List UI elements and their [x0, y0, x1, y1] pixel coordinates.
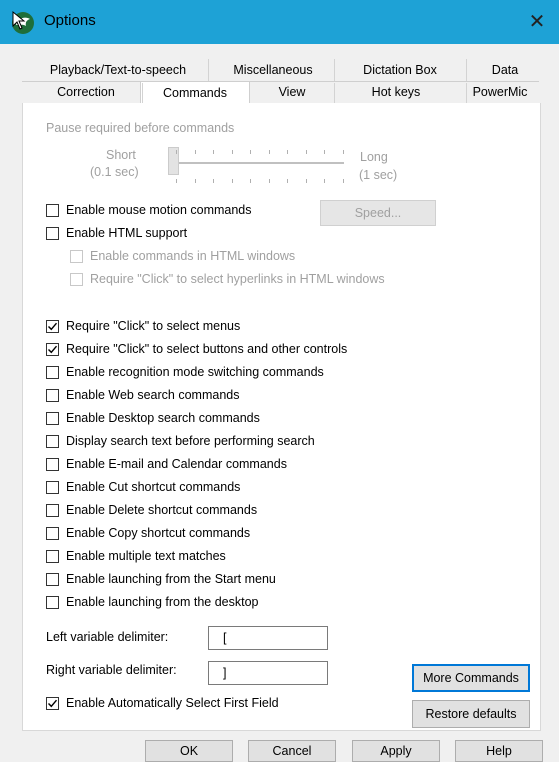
slider-tick: [287, 150, 288, 154]
command-option-label: Enable multiple text matches: [66, 549, 226, 563]
tab-separator: [466, 83, 467, 103]
help-button[interactable]: Help: [455, 740, 543, 762]
slider-tick: [213, 179, 214, 183]
right-delimiter-input[interactable]: ]: [208, 661, 328, 685]
auto-select-checkbox[interactable]: [46, 697, 59, 710]
checkbox[interactable]: [46, 343, 59, 356]
slider-tick: [194, 179, 196, 183]
command-option-label: Enable Desktop search commands: [66, 411, 260, 425]
restore-defaults-button[interactable]: Restore defaults: [412, 700, 530, 728]
slider-tick: [176, 150, 177, 154]
tab-separator: [334, 59, 335, 81]
slider-tick: [324, 150, 325, 154]
slider-tick: [250, 150, 251, 154]
checkbox[interactable]: [46, 204, 59, 217]
slider-tick: [268, 150, 270, 154]
speed-button[interactable]: Speed...: [320, 200, 436, 226]
checkbox[interactable]: [46, 573, 59, 586]
command-option-label: Require "Click" to select buttons and ot…: [66, 342, 348, 356]
pause-slider-thumb[interactable]: [168, 147, 179, 175]
command-option-label: Enable launching from the desktop: [66, 595, 259, 609]
option-mouse-motion-label: Enable mouse motion commands: [66, 203, 252, 217]
ok-button[interactable]: OK: [145, 740, 233, 762]
pause-slider-track: [172, 162, 344, 164]
command-option-label: Enable Cut shortcut commands: [66, 480, 241, 494]
right-delimiter-label: Right variable delimiter:: [46, 663, 177, 677]
command-option-label: Enable launching from the Start menu: [66, 572, 276, 586]
command-option-label: Enable recognition mode switching comman…: [66, 365, 324, 379]
option-html-windows-label: Enable commands in HTML windows: [90, 249, 296, 263]
slider-tick: [342, 179, 344, 183]
slider-tick: [176, 179, 177, 183]
tab-playback-text-to-speech[interactable]: Playback/Text-to-speech: [32, 59, 204, 81]
checkbox[interactable]: [46, 481, 59, 494]
checkbox[interactable]: [46, 320, 59, 333]
slider-tick: [305, 179, 307, 183]
checkbox[interactable]: [46, 458, 59, 471]
dragon-app-icon: [12, 10, 34, 34]
slider-tick: [231, 150, 233, 154]
checkbox[interactable]: [70, 250, 83, 263]
checkbox[interactable]: [70, 273, 83, 286]
pause-label: Pause required before commands: [46, 121, 235, 135]
slider-tick: [194, 150, 196, 154]
checkbox[interactable]: [46, 527, 59, 540]
short-value: (0.1 sec): [90, 165, 139, 179]
command-option-label: Enable Web search commands: [66, 388, 240, 402]
slider-tick: [231, 179, 233, 183]
command-option-label: Enable Delete shortcut commands: [66, 503, 258, 517]
check-icon: [48, 699, 58, 708]
command-option-label: Require "Click" to select menus: [66, 319, 241, 333]
command-option-label: Enable Copy shortcut commands: [66, 526, 251, 540]
more-commands-button[interactable]: More Commands: [412, 664, 530, 692]
checkbox[interactable]: [46, 596, 59, 609]
check-icon: [48, 345, 58, 354]
slider-tick: [213, 150, 214, 154]
checkbox[interactable]: [46, 435, 59, 448]
checkbox[interactable]: [46, 227, 59, 240]
long-label: Long: [360, 150, 388, 164]
tab-correction[interactable]: Correction: [32, 81, 140, 103]
slider-tick: [268, 179, 270, 183]
slider-tick: [305, 150, 307, 154]
check-icon: [48, 322, 58, 331]
left-delimiter-input[interactable]: [: [208, 626, 328, 650]
slider-tick: [250, 179, 251, 183]
command-option-label: Display search text before performing se…: [66, 434, 315, 448]
slider-tick: [342, 150, 344, 154]
left-delimiter-label: Left variable delimiter:: [46, 630, 169, 644]
tab-dictation-box[interactable]: Dictation Box: [340, 59, 460, 81]
command-option-label: Enable E-mail and Calendar commands: [66, 457, 287, 471]
tab-powermic[interactable]: PowerMic: [460, 81, 540, 103]
checkbox[interactable]: [46, 389, 59, 402]
checkbox[interactable]: [46, 504, 59, 517]
tab-view[interactable]: View: [252, 81, 332, 103]
auto-select-label: Enable Automatically Select First Field: [66, 696, 279, 710]
option-html-support-label: Enable HTML support: [66, 226, 188, 240]
short-label: Short: [106, 148, 136, 162]
cancel-button[interactable]: Cancel: [248, 740, 336, 762]
option-hyperlinks-label: Require "Click" to select hyperlinks in …: [90, 272, 385, 286]
apply-button[interactable]: Apply: [352, 740, 440, 762]
tab-separator: [466, 59, 467, 81]
tab-separator: [208, 59, 209, 81]
slider-tick: [324, 179, 325, 183]
checkbox[interactable]: [46, 412, 59, 425]
checkbox[interactable]: [46, 366, 59, 379]
checkbox[interactable]: [46, 550, 59, 563]
tab-separator: [142, 83, 143, 103]
tab-miscellaneous[interactable]: Miscellaneous: [214, 59, 332, 81]
tab-separator: [334, 83, 335, 103]
window-title: Options: [44, 12, 96, 29]
title-bar: Options ✕: [0, 0, 559, 44]
tab-hot-keys[interactable]: Hot keys: [332, 81, 460, 103]
close-icon[interactable]: ✕: [523, 8, 551, 36]
long-value: (1 sec): [359, 168, 398, 182]
tab-data[interactable]: Data: [470, 59, 540, 81]
slider-tick: [287, 179, 288, 183]
